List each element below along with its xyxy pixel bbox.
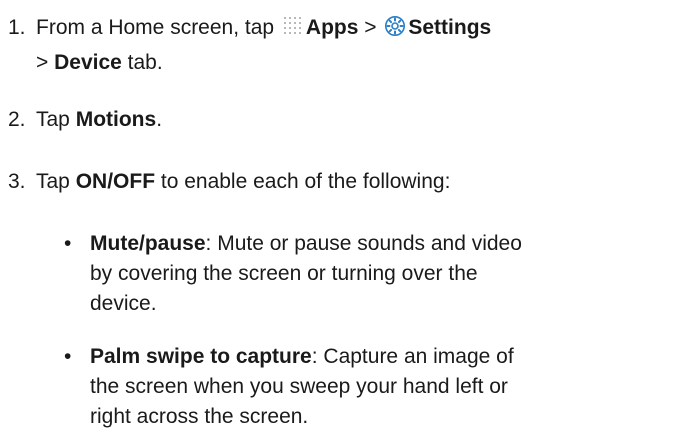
step-text-suffix: to enable each of the following: [155,170,451,193]
step-text-suffix: tab. [121,51,163,74]
step-text: Tap Motions. [36,106,675,134]
bullet-text: Palm swipe to capture: Capture an image … [90,343,675,431]
bullet-desc: by covering the screen or turning over t… [90,262,478,285]
instruction-document: 1. From a Home screen, tap Apps > Settin… [0,0,683,441]
bullet-desc: : Capture an image of [311,345,514,368]
bullet-item-palm-swipe: • Palm swipe to capture: Capture an imag… [64,343,675,433]
step-text: From a Home screen, tap Apps > Settings … [36,14,675,77]
on-off-label: ON/OFF [75,170,156,193]
step-number: 2. [8,108,26,131]
settings-label: Settings [408,16,492,39]
bullet-desc: the screen when you sweep your hand left… [90,375,508,398]
separator: > [36,51,55,74]
step-2: 2. Tap Motions. [0,106,675,136]
bullet-desc: device. [90,292,157,315]
bullet-term: Palm swipe to capture [90,345,312,368]
apps-label: Apps [305,16,359,39]
step-1: 1. From a Home screen, tap Apps > Settin… [0,14,675,74]
step-text-prefix: Tap [36,170,76,193]
bullet-desc: : Mute or pause sounds and video [205,232,522,255]
bullet-text: Mute/pause: Mute or pause sounds and vid… [90,230,675,318]
bullet-term: Mute/pause [90,232,206,255]
device-label: Device [54,51,122,74]
step-text-suffix: . [156,108,163,131]
bullet-item-mute-pause: • Mute/pause: Mute or pause sounds and v… [64,230,675,320]
apps-grid-icon [282,15,304,45]
bullet-mark: • [64,345,72,368]
separator: > [358,16,383,39]
step-3: 3. Tap ON/OFF to enable each of the foll… [0,168,675,198]
step-text-prefix: From a Home screen, tap [36,16,280,39]
step-number: 1. [8,16,26,39]
step-text: Tap ON/OFF to enable each of the followi… [36,168,675,196]
step-text-prefix: Tap [36,108,76,131]
settings-gear-icon [384,15,406,45]
bullet-desc: right across the screen. [90,405,309,428]
motions-label: Motions [75,108,157,131]
bullet-mark: • [64,232,72,255]
step-number: 3. [8,170,26,193]
